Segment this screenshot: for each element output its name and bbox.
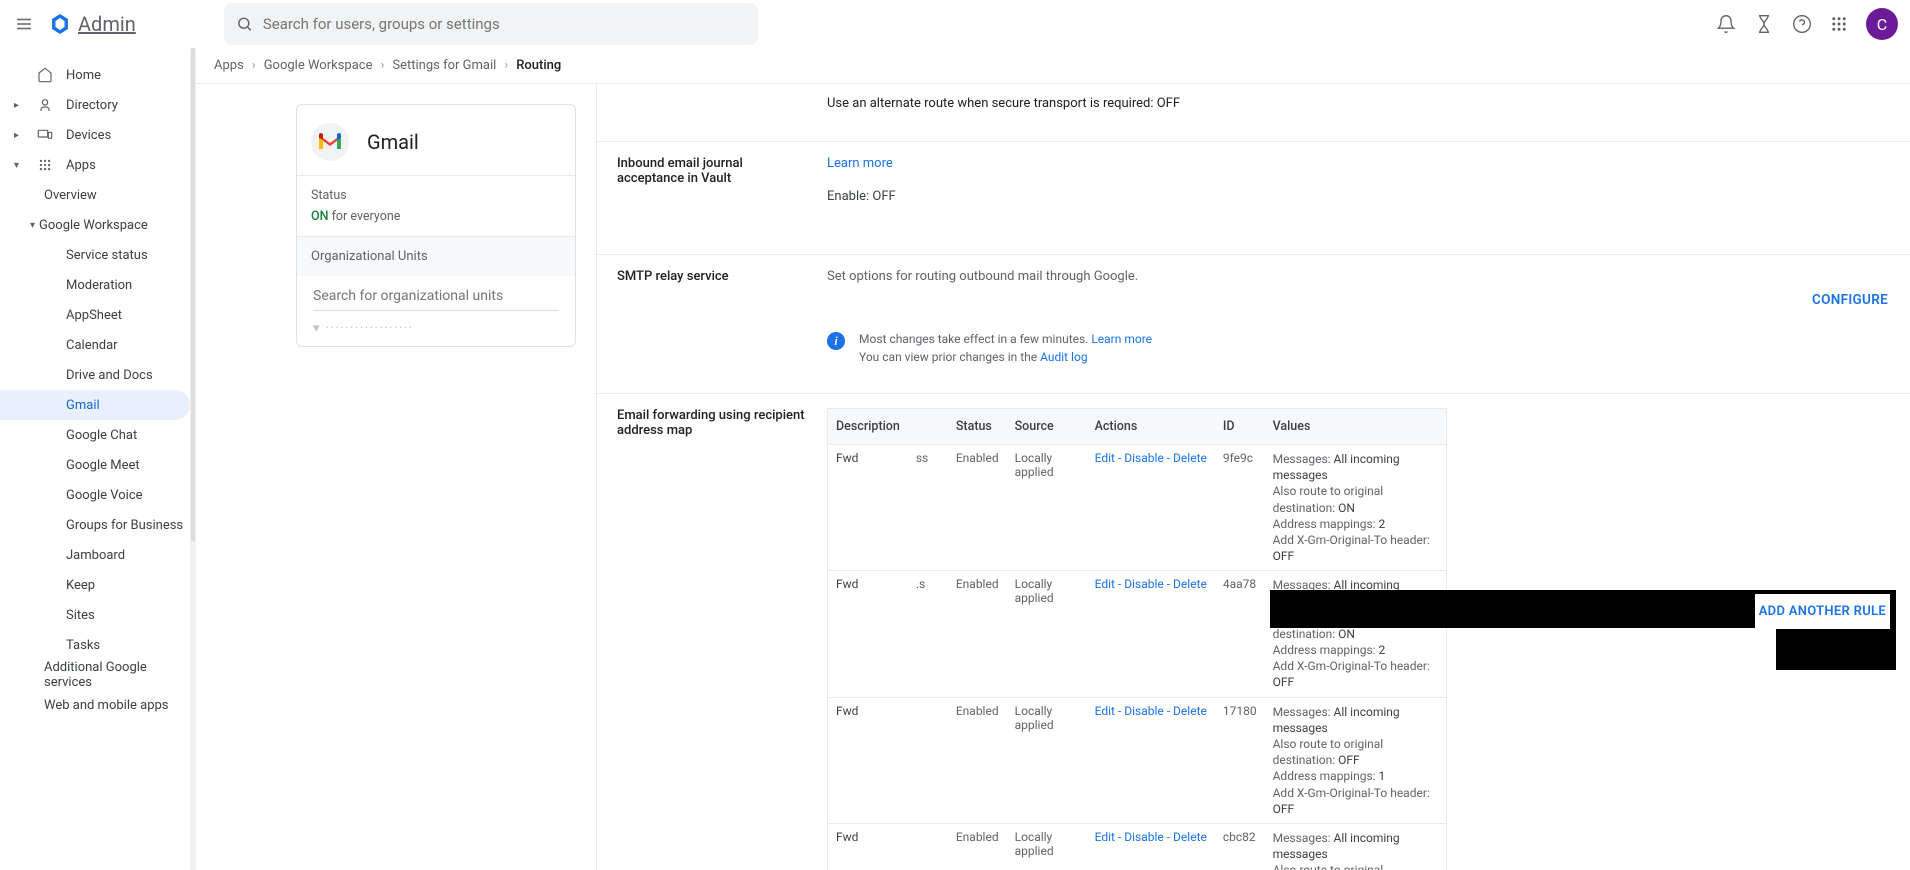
delete-link[interactable]: Delete bbox=[1173, 830, 1207, 844]
search-input[interactable] bbox=[263, 15, 746, 33]
gmail-icon bbox=[311, 123, 349, 161]
edit-link[interactable]: Edit bbox=[1095, 451, 1115, 465]
top-bar: Admin C bbox=[0, 0, 1910, 48]
alt-route-row: Use an alternate route when secure trans… bbox=[617, 84, 1890, 135]
delete-link[interactable]: Delete bbox=[1173, 577, 1207, 591]
disable-link[interactable]: Disable bbox=[1124, 451, 1164, 465]
status-on-value: ON bbox=[311, 209, 328, 224]
service-title: Gmail bbox=[367, 130, 419, 154]
sidebar-item-directory[interactable]: ▸Directory bbox=[0, 90, 190, 120]
apps-grid-icon[interactable] bbox=[1830, 15, 1848, 33]
apps-icon bbox=[36, 156, 54, 174]
add-another-rule-button[interactable]: ADD ANOTHER RULE bbox=[1755, 594, 1890, 629]
sidebar-item-devices[interactable]: ▸Devices bbox=[0, 120, 190, 150]
service-card: Gmail Status ON for everyone Organizatio… bbox=[296, 104, 576, 347]
info-banner-smtp: i Most changes take effect in a few minu… bbox=[827, 326, 1890, 387]
breadcrumb: Apps › Google Workspace › Settings for G… bbox=[196, 48, 1910, 83]
global-search[interactable] bbox=[224, 3, 758, 45]
sidebar: Home ▸Directory ▸Devices ▾Apps Overview … bbox=[0, 48, 190, 870]
devices-icon bbox=[36, 126, 54, 144]
content-area: Apps › Google Workspace › Settings for G… bbox=[196, 48, 1910, 870]
sidebar-item-service-status[interactable]: Service status bbox=[0, 240, 190, 270]
edit-link[interactable]: Edit bbox=[1095, 577, 1115, 591]
sidebar-item-groups-business[interactable]: Groups for Business bbox=[0, 510, 190, 540]
edit-link[interactable]: Edit bbox=[1095, 830, 1115, 844]
delete-link[interactable]: Delete bbox=[1173, 704, 1207, 718]
status-label: Status bbox=[311, 188, 561, 203]
breadcrumb-routing: Routing bbox=[516, 58, 561, 73]
hexagon-icon bbox=[48, 12, 72, 36]
breadcrumb-apps[interactable]: Apps bbox=[214, 58, 244, 73]
redaction-box-2 bbox=[1776, 628, 1896, 670]
disable-link[interactable]: Disable bbox=[1124, 830, 1164, 844]
table-row: FwdssEnabledLocally appliedEdit - Disabl… bbox=[828, 445, 1447, 571]
admin-logo[interactable]: Admin bbox=[48, 12, 136, 36]
account-avatar[interactable]: C bbox=[1866, 8, 1898, 40]
sidebar-item-additional-services[interactable]: Additional Google services bbox=[0, 660, 190, 690]
vault-learn-more-link[interactable]: Learn more bbox=[827, 156, 893, 171]
chevron-right-icon: ▸ bbox=[14, 100, 24, 111]
table-row: FwdEnabledLocally appliedEdit - Disable … bbox=[828, 823, 1447, 870]
sidebar-item-apps[interactable]: ▾Apps bbox=[0, 150, 190, 180]
sidebar-item-overview[interactable]: Overview bbox=[0, 180, 190, 210]
ou-tree-toggle[interactable]: ▾·················· bbox=[297, 311, 575, 346]
sidebar-item-drive-and-docs[interactable]: Drive and Docs bbox=[0, 360, 190, 390]
help-icon[interactable] bbox=[1792, 14, 1812, 34]
sidebar-item-calendar[interactable]: Calendar bbox=[0, 330, 190, 360]
configure-button[interactable]: CONFIGURE bbox=[617, 284, 1890, 320]
sidebar-item-appsheet[interactable]: AppSheet bbox=[0, 300, 190, 330]
sidebar-item-home[interactable]: Home bbox=[0, 60, 190, 90]
sidebar-item-tasks[interactable]: Tasks bbox=[0, 630, 190, 660]
scroll-divider bbox=[190, 48, 196, 870]
sidebar-item-google-workspace[interactable]: Google Workspace bbox=[0, 210, 190, 240]
audit-log-link[interactable]: Audit log bbox=[1040, 350, 1087, 364]
sidebar-item-google-voice[interactable]: Google Voice bbox=[0, 480, 190, 510]
sidebar-item-web-mobile-apps[interactable]: Web and mobile apps bbox=[0, 690, 190, 720]
search-icon bbox=[236, 15, 253, 33]
sidebar-item-keep[interactable]: Keep bbox=[0, 570, 190, 600]
ou-search-input[interactable]: Search for organizational units bbox=[313, 282, 559, 311]
delete-link[interactable]: Delete bbox=[1173, 451, 1207, 465]
sidebar-item-moderation[interactable]: Moderation bbox=[0, 270, 190, 300]
person-icon bbox=[36, 96, 54, 114]
disable-link[interactable]: Disable bbox=[1124, 577, 1164, 591]
brand-text: Admin bbox=[78, 12, 136, 36]
vault-row: Inbound email journal acceptance in Vaul… bbox=[617, 142, 1890, 218]
bell-icon[interactable] bbox=[1716, 14, 1736, 34]
sidebar-item-jamboard[interactable]: Jamboard bbox=[0, 540, 190, 570]
sidebar-item-gmail[interactable]: Gmail bbox=[0, 390, 190, 420]
ou-header: Organizational Units bbox=[297, 236, 575, 276]
settings-column: Use an alternate route when secure trans… bbox=[596, 84, 1910, 870]
breadcrumb-settings[interactable]: Settings for Gmail bbox=[392, 58, 496, 73]
top-icons: C bbox=[1716, 8, 1898, 40]
learn-more-link[interactable]: Learn more bbox=[1091, 332, 1152, 346]
breadcrumb-gws[interactable]: Google Workspace bbox=[264, 58, 373, 73]
forwarding-table: Description Status Source Actions ID Val… bbox=[827, 408, 1890, 870]
hamburger-menu-icon[interactable] bbox=[12, 12, 36, 36]
hourglass-icon[interactable] bbox=[1754, 14, 1774, 34]
sidebar-item-sites[interactable]: Sites bbox=[0, 600, 190, 630]
sidebar-item-google-meet[interactable]: Google Meet bbox=[0, 450, 190, 480]
home-icon bbox=[36, 66, 54, 84]
fwd-row: Email forwarding using recipient address… bbox=[617, 394, 1890, 870]
service-card-column: Gmail Status ON for everyone Organizatio… bbox=[196, 84, 596, 870]
chevron-down-icon: ▾ bbox=[313, 321, 320, 336]
smtp-row: SMTP relay service Set options for routi… bbox=[617, 255, 1890, 284]
chevron-down-icon: ▾ bbox=[14, 160, 24, 171]
disable-link[interactable]: Disable bbox=[1124, 704, 1164, 718]
info-icon: i bbox=[827, 332, 845, 350]
sidebar-item-google-chat[interactable]: Google Chat bbox=[0, 420, 190, 450]
status-section: Status ON for everyone bbox=[297, 175, 575, 236]
edit-link[interactable]: Edit bbox=[1095, 704, 1115, 718]
chevron-right-icon: ▸ bbox=[14, 130, 24, 141]
table-row: FwdEnabledLocally appliedEdit - Disable … bbox=[828, 697, 1447, 823]
